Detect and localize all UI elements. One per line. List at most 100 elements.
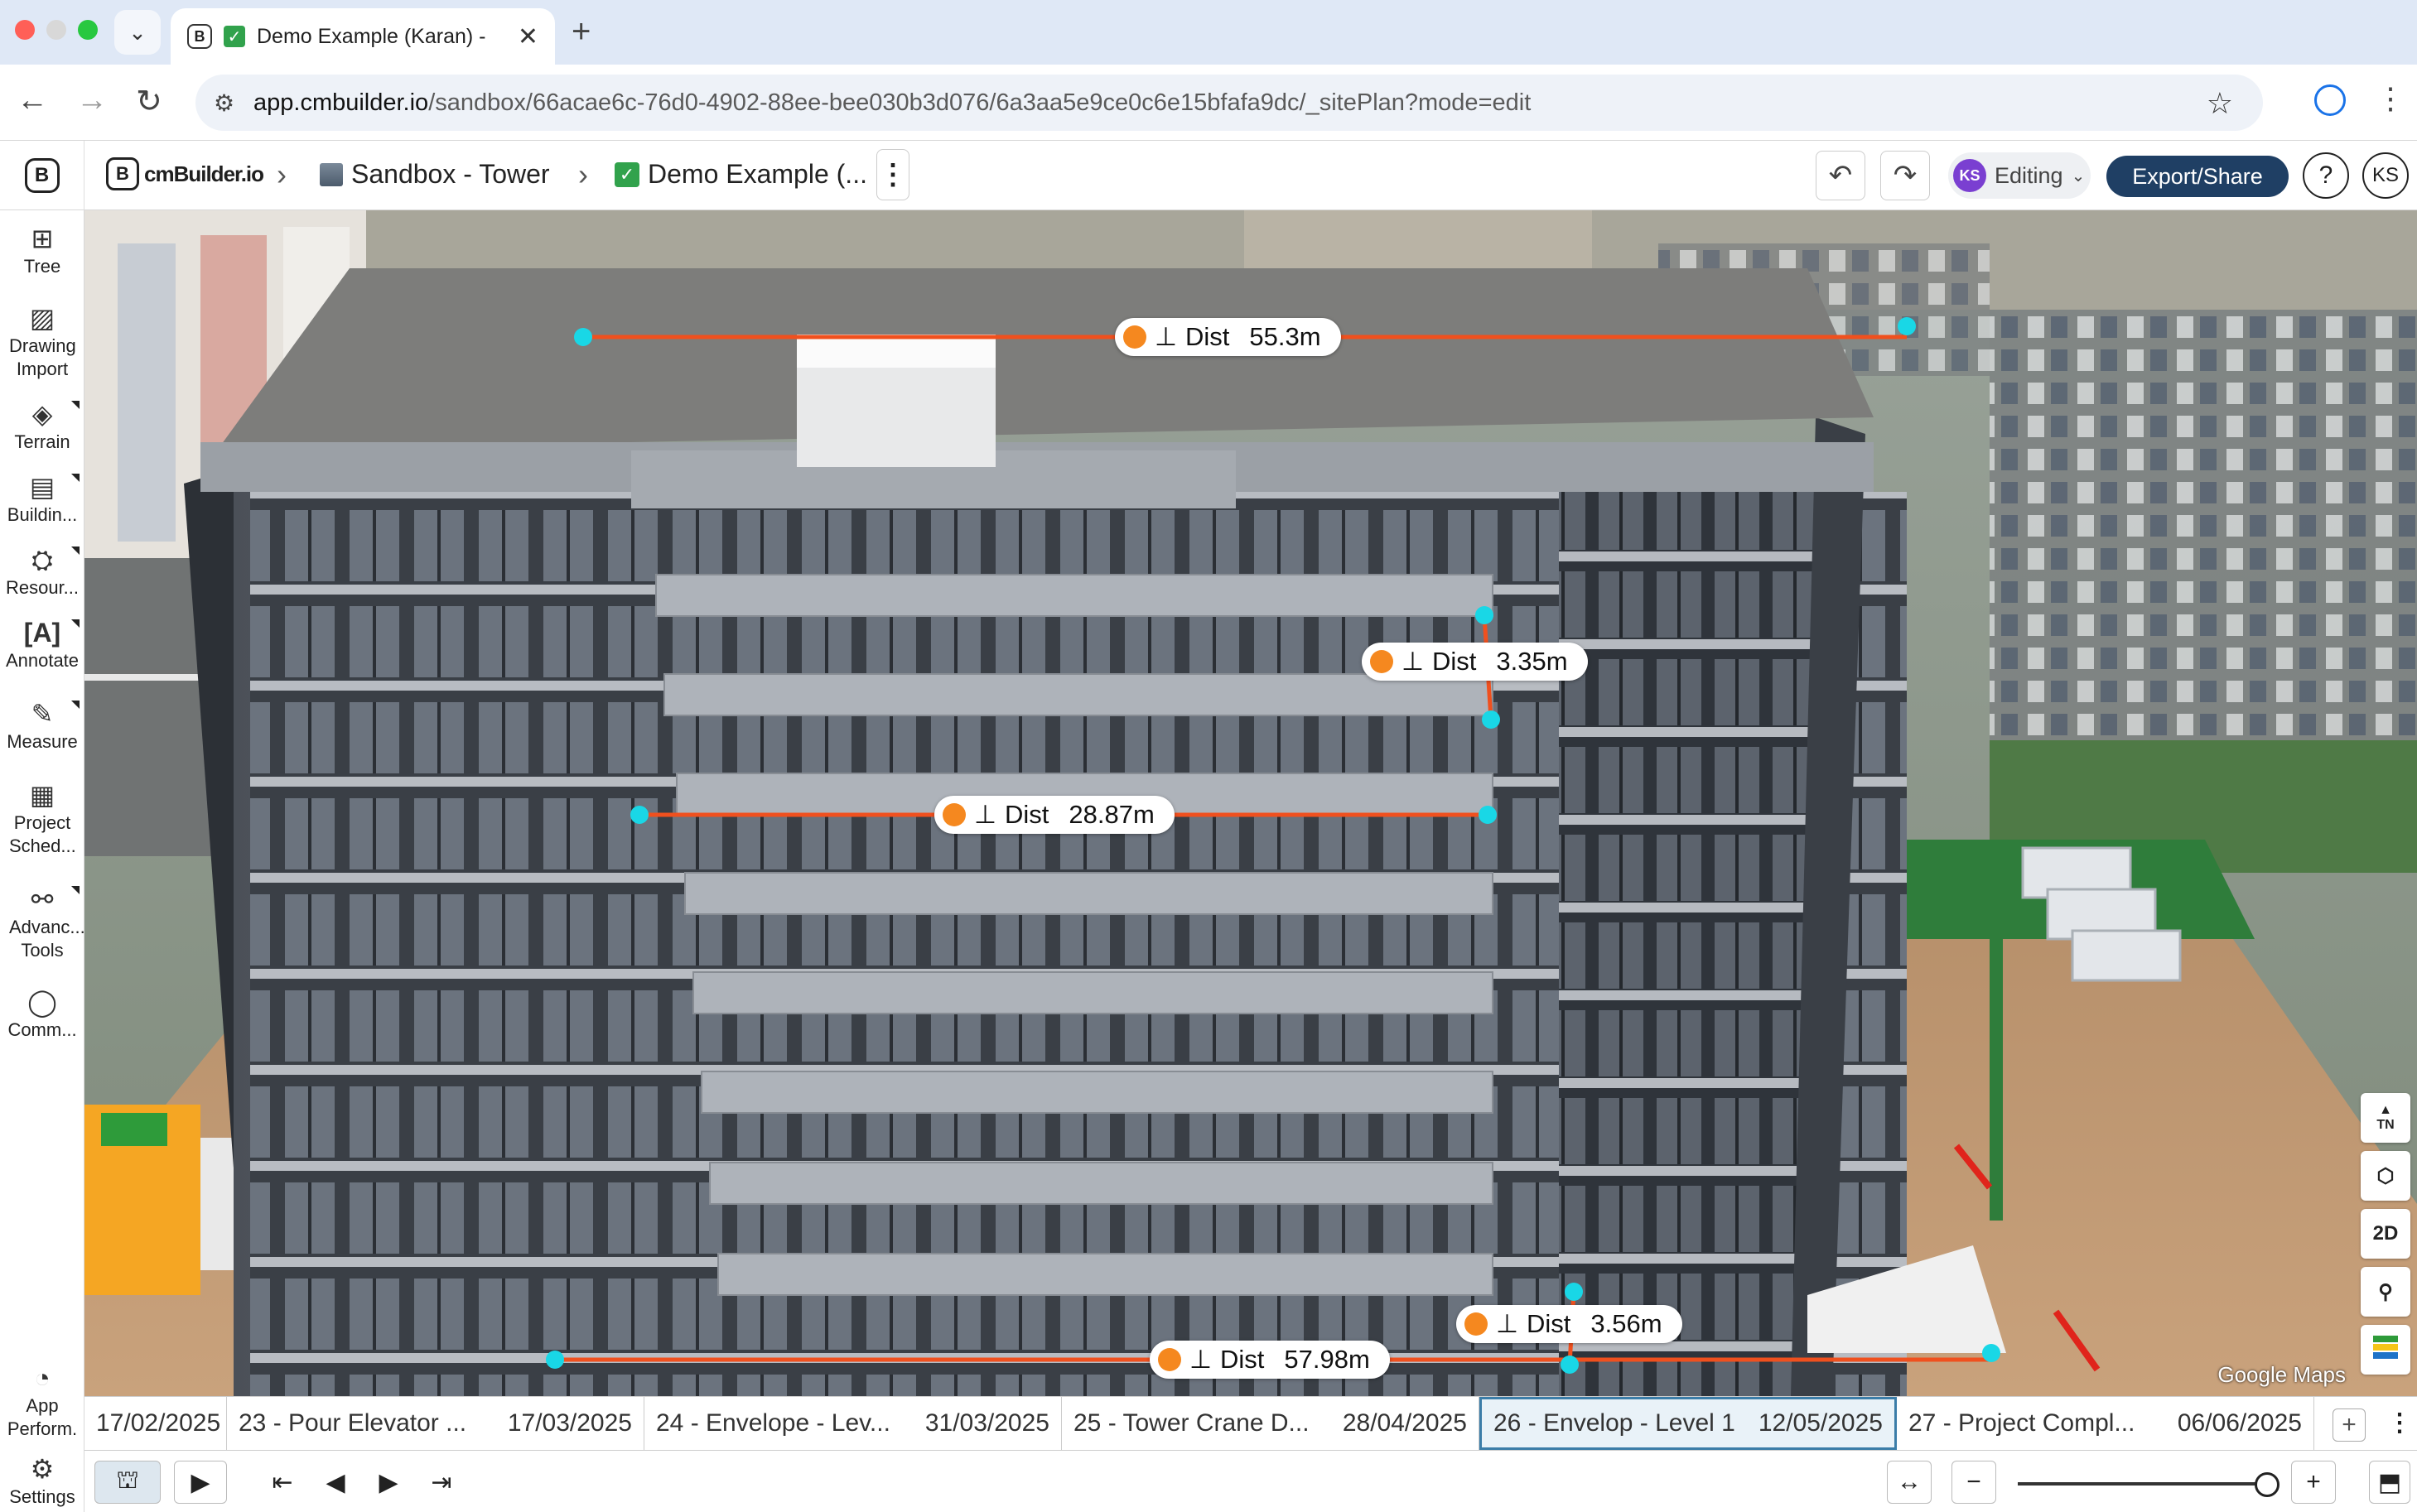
zoom-in-button[interactable]: + xyxy=(2291,1461,2336,1504)
back-arrow-icon[interactable]: ← xyxy=(17,83,48,118)
redo-button[interactable]: ↷ xyxy=(1880,151,1930,200)
breadcrumb-project[interactable]: Sandbox - Tower xyxy=(320,159,550,190)
add-segment-button[interactable]: + xyxy=(2333,1408,2366,1442)
jump-to-start-button[interactable]: ⇤ xyxy=(262,1461,303,1504)
bookmark-star-icon[interactable]: ☆ xyxy=(2207,86,2233,121)
app-logo-button[interactable]: B xyxy=(0,141,84,210)
measurement-label[interactable]: ⊥ Dist 3.56m xyxy=(1456,1305,1682,1343)
minimize-window-button[interactable] xyxy=(46,20,66,40)
measurement-name: Dist xyxy=(1527,1309,1571,1338)
building-icon xyxy=(320,162,343,186)
measurement-name: Dist xyxy=(1185,322,1230,351)
sidebar-item-label: Terrain xyxy=(14,431,70,452)
measurement-name: Dist xyxy=(1432,647,1477,676)
3d-viewport[interactable]: ⊥ Dist 55.3m ⊥ Dist 3.35m ⊥ Dist 28.87m … xyxy=(84,210,2417,1396)
sidebar-item-label: Resour... xyxy=(5,577,80,598)
construction-view-button[interactable]: ⛫ xyxy=(94,1461,161,1504)
sidebar-item-measure[interactable]: ✎ Measure xyxy=(0,697,84,754)
timeline-segment[interactable]: 25 - Tower Crane D... 28/04/2025 xyxy=(1062,1397,1479,1450)
mode-dropdown[interactable]: KS Editing ⌄ xyxy=(1948,152,2091,199)
sidebar-item-tree[interactable]: ⊞ Tree xyxy=(0,222,84,278)
measure-marker-icon xyxy=(943,803,966,826)
zoom-slider-track[interactable] xyxy=(2018,1482,2266,1486)
brand-logo-icon: B xyxy=(106,157,139,190)
checkbox-emoji-icon: ✓ xyxy=(615,161,639,187)
measurement-name: Dist xyxy=(1220,1345,1265,1374)
timeline-segment-active[interactable]: 26 - Envelop - Level 1 12/05/2025 xyxy=(1479,1397,1897,1450)
gauge-icon: ◔ xyxy=(34,1363,51,1393)
measurement-value: 3.35m xyxy=(1496,647,1568,676)
new-tab-icon[interactable]: + xyxy=(572,13,591,51)
layers-color-button[interactable] xyxy=(2361,1325,2410,1375)
toggle-2d-button[interactable]: 2D xyxy=(2361,1209,2410,1259)
measurement-label[interactable]: ⊥ Dist 57.98m xyxy=(1150,1341,1390,1379)
zoom-slider-handle[interactable] xyxy=(2255,1472,2280,1497)
forward-arrow-icon[interactable]: → xyxy=(76,83,108,118)
sidebar-item-app-performance[interactable]: ◔ App Perform. xyxy=(0,1361,84,1441)
breadcrumb-label: Sandbox - Tower xyxy=(351,159,550,189)
north-orientation-button[interactable]: ▲ TN xyxy=(2361,1093,2410,1143)
timeline-segment[interactable]: 23 - Pour Elevator ... 17/03/2025 xyxy=(227,1397,644,1450)
timeline-segment[interactable]: 27 - Project Compl... 06/06/2025 xyxy=(1897,1397,2314,1450)
user-avatar[interactable]: KS xyxy=(2362,152,2409,199)
timeline-segment[interactable]: 17/02/2025 xyxy=(84,1397,227,1450)
timeline-segment[interactable]: 24 - Envelope - Lev... 31/03/2025 xyxy=(644,1397,1062,1450)
measurement-label[interactable]: ⊥ Dist 28.87m xyxy=(934,796,1175,834)
sidebar-item-label: Drawing Import xyxy=(9,335,76,379)
flyout-indicator-icon xyxy=(71,619,80,628)
crane-icon: ⛫ xyxy=(116,1466,139,1494)
measurement-symbol: ⊥ xyxy=(1496,1309,1519,1338)
sidebar-item-resources[interactable]: ⛭ Resour... xyxy=(0,543,84,600)
measure-marker-icon xyxy=(1123,325,1146,349)
more-options-button[interactable]: ⋮ xyxy=(876,149,909,200)
export-share-button[interactable]: Export/Share xyxy=(2106,156,2289,197)
brand[interactable]: B cmBuilder.io xyxy=(106,157,264,190)
brand-name: cmBuilder.io xyxy=(144,161,264,186)
browser-tab[interactable]: B ✓ Demo Example (Karan) - ✕ xyxy=(171,8,555,65)
sidebar-item-building[interactable]: ▤ Buildin... xyxy=(0,470,84,527)
help-icon[interactable]: ? xyxy=(2303,152,2349,199)
presentation-view-button[interactable]: ▶ xyxy=(174,1461,227,1504)
browser-menu-icon[interactable]: ⋮ xyxy=(2376,81,2405,116)
zoom-out-button[interactable]: − xyxy=(1951,1461,1996,1504)
measurement-symbol: ⊥ xyxy=(1189,1345,1213,1374)
jump-to-end-button[interactable]: ⇥ xyxy=(421,1461,462,1504)
url-input[interactable]: ⚙ app.cmbuilder.io/sandbox/66acae6c-76d0… xyxy=(195,75,2263,131)
sidebar-item-drawing-import[interactable]: ▨ Drawing Import xyxy=(0,301,84,381)
street-view-button[interactable]: ⚲ xyxy=(2361,1267,2410,1317)
measurement-value: 57.98m xyxy=(1284,1345,1370,1374)
sidebar-item-advanced-tools[interactable]: ⚯ Advanc... Tools xyxy=(0,883,85,962)
fit-timeline-button[interactable]: ↔ xyxy=(1887,1461,1932,1504)
color-layers-icon xyxy=(2373,1336,2398,1359)
view-cube-button[interactable]: ⬡ xyxy=(2361,1151,2410,1201)
maximize-window-button[interactable] xyxy=(78,20,98,40)
tab-title: Demo Example (Karan) - xyxy=(257,24,486,48)
measurement-value: 3.56m xyxy=(1590,1309,1662,1338)
tab-search-button[interactable]: ⌄ xyxy=(114,10,161,55)
close-window-button[interactable] xyxy=(15,20,35,40)
site-settings-icon[interactable]: ⚙ xyxy=(214,89,234,117)
sidebar-item-annotate[interactable]: [A] Annotate xyxy=(0,616,84,672)
segment-date: 06/06/2025 xyxy=(2177,1409,2302,1437)
close-tab-icon[interactable]: ✕ xyxy=(518,22,538,51)
segment-name: 24 - Envelope - Lev... xyxy=(656,1409,890,1437)
measurement-label[interactable]: ⊥ Dist 55.3m xyxy=(1115,318,1341,356)
measurement-label[interactable]: ⊥ Dist 3.35m xyxy=(1362,643,1588,681)
sidebar-item-label: Settings xyxy=(9,1486,75,1507)
sidebar-item-comments[interactable]: ◯ Comm... xyxy=(0,985,84,1042)
step-forward-button[interactable]: ▶ xyxy=(368,1461,409,1504)
collapse-timeline-button[interactable]: ⬒ xyxy=(2369,1461,2410,1504)
step-back-button[interactable]: ◀ xyxy=(315,1461,356,1504)
segment-name: 27 - Project Compl... xyxy=(1908,1409,2135,1437)
sidebar-item-terrain[interactable]: ◈ Terrain xyxy=(0,397,84,454)
zoom-in-icon: + xyxy=(2306,1468,2321,1495)
breadcrumb-scenario[interactable]: ✓ Demo Example (... xyxy=(615,159,867,190)
play-screen-icon: ▶ xyxy=(191,1468,210,1496)
undo-button[interactable]: ↶ xyxy=(1816,151,1865,200)
sidebar-item-project-schedule[interactable]: ▦ Project Sched... xyxy=(0,778,84,858)
profile-icon[interactable] xyxy=(2314,84,2346,116)
sidebar-item-settings[interactable]: ⚙ Settings xyxy=(0,1452,84,1509)
timeline-menu-icon[interactable]: ⋮ xyxy=(2387,1408,2412,1437)
cmbuilder-favicon-icon: B xyxy=(187,24,212,49)
reload-icon[interactable]: ↻ xyxy=(136,83,162,120)
